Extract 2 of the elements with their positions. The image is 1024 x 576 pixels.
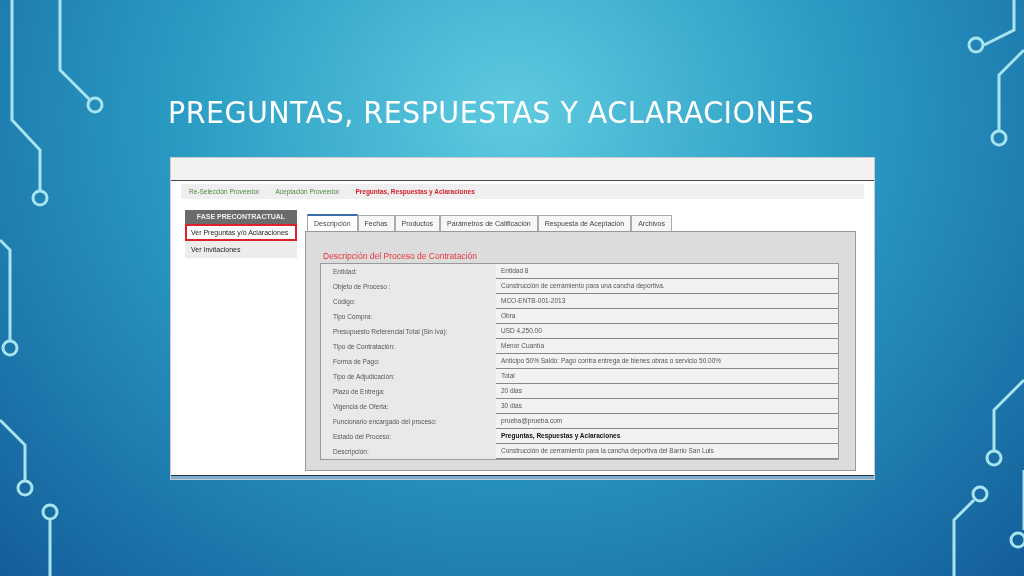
section-title: Descripción del Proceso de Contratación bbox=[323, 251, 479, 261]
slide-title: PREGUNTAS, RESPUESTAS Y ACLARACIONES bbox=[168, 93, 816, 132]
